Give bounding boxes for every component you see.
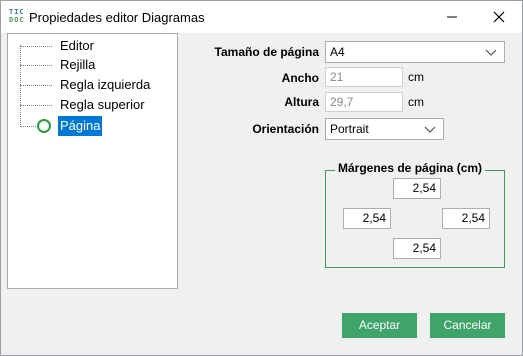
tree-item-pagina[interactable]: Página: [8, 116, 177, 136]
tree-item-label: Regla superior: [60, 97, 145, 112]
properties-dialog: TIC DOC Propiedades editor Diagramas Edi…: [0, 0, 523, 356]
height-unit: cm: [408, 95, 424, 109]
app-logo-text-bottom: DOC: [9, 16, 25, 24]
orientation-select[interactable]: Portrait: [325, 118, 444, 140]
window-title: Propiedades editor Diagramas: [29, 10, 205, 25]
width-label: Ancho: [281, 71, 319, 85]
tree-branch-line: [20, 105, 52, 106]
tree-branch-line: [20, 46, 52, 47]
tree-branch-line: [20, 65, 52, 66]
orientation-value: Portrait: [330, 122, 369, 136]
chevron-down-icon: [424, 126, 436, 133]
selected-node-icon: [37, 119, 51, 133]
tree-item-label: Editor: [60, 38, 94, 53]
page-size-select[interactable]: A4: [325, 41, 505, 63]
tree-item-label: Regla izquierda: [60, 77, 151, 92]
orientation-label: Orientación: [252, 122, 319, 136]
width-unit: cm: [408, 70, 424, 84]
tree-item-regla-izquierda[interactable]: Regla izquierda: [8, 75, 177, 95]
chevron-down-icon: [485, 49, 497, 56]
margins-group-title: Márgenes de página (cm): [335, 161, 486, 175]
width-field[interactable]: 21: [325, 67, 403, 87]
tree-item-label: Rejilla: [60, 57, 96, 72]
minimize-button[interactable]: [429, 1, 475, 33]
minimize-icon: [447, 16, 457, 18]
tree-item-editor[interactable]: Editor: [8, 36, 177, 56]
close-button[interactable]: [476, 1, 522, 33]
tree-item-label: Página: [58, 116, 103, 136]
tree-branch-line: [20, 126, 36, 127]
page-size-value: A4: [330, 45, 345, 59]
tree-item-rejilla[interactable]: Rejilla: [8, 55, 177, 75]
margin-top-field[interactable]: 2,54: [393, 178, 441, 199]
settings-tree[interactable]: Editor Rejilla Regla izquierda Regla sup…: [7, 33, 178, 289]
app-logo-icon: TIC DOC: [9, 8, 25, 24]
margin-right-field[interactable]: 2,54: [442, 208, 490, 229]
tree-branch-line: [20, 85, 52, 86]
tree-item-regla-superior[interactable]: Regla superior: [8, 95, 177, 115]
page-size-label: Tamaño de página: [214, 45, 319, 59]
accept-button[interactable]: Aceptar: [342, 313, 417, 338]
height-field[interactable]: 29,7: [325, 92, 403, 112]
cancel-button[interactable]: Cancelar: [430, 313, 505, 338]
title-bar: TIC DOC Propiedades editor Diagramas: [1, 1, 522, 33]
height-label: Altura: [284, 95, 319, 109]
close-icon: [493, 11, 505, 23]
app-logo-text-top: TIC: [9, 8, 25, 16]
margin-left-field[interactable]: 2,54: [343, 208, 391, 229]
margin-bottom-field[interactable]: 2,54: [393, 238, 441, 259]
